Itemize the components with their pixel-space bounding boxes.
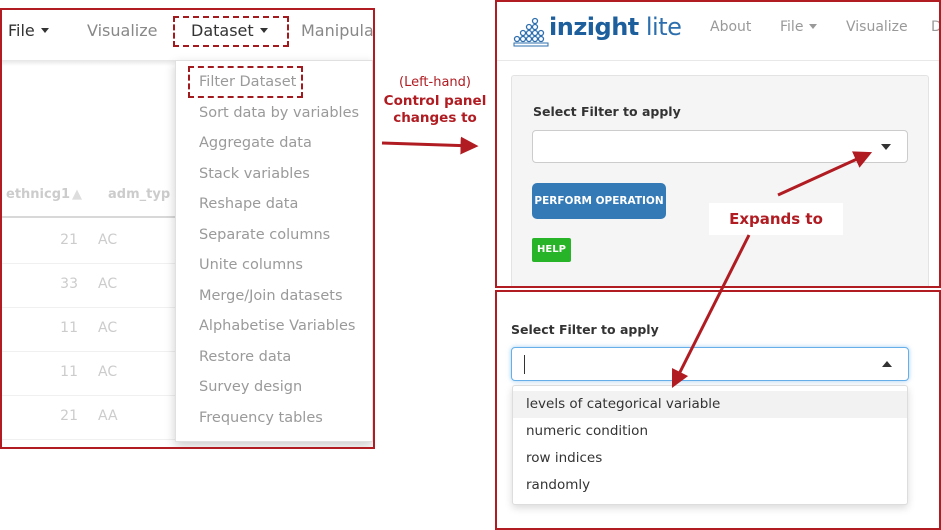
chevron-down-icon bbox=[40, 28, 49, 33]
dataset-dropdown-menu: Filter Dataset Sort data by variables Ag… bbox=[175, 60, 373, 442]
option-row-indices[interactable]: row indices bbox=[513, 445, 907, 472]
text-cursor bbox=[524, 355, 525, 374]
annotation-changes-to: changes to bbox=[393, 110, 477, 126]
table-cell: AC bbox=[98, 364, 118, 380]
filter-options-list: levels of categorical variable numeric c… bbox=[512, 385, 908, 505]
column-header[interactable]: ethnicg1 bbox=[6, 187, 70, 202]
nav-manipulate[interactable]: Manipula bbox=[301, 21, 373, 40]
sort-icon: ▲ bbox=[72, 187, 82, 202]
logo-suffix: lite bbox=[638, 13, 682, 41]
option-randomly[interactable]: randomly bbox=[513, 472, 907, 499]
nav-file-menu[interactable]: File bbox=[8, 21, 49, 40]
menu-item-aggregate[interactable]: Aggregate data bbox=[199, 135, 312, 151]
right-bottom-screenshot-panel: Select Filter to apply levels of categor… bbox=[495, 290, 941, 530]
chevron-down-icon bbox=[809, 23, 818, 29]
right-top-screenshot-panel: inzight lite About File Visualize D Sele… bbox=[495, 0, 941, 288]
dropdown-arrow-icon bbox=[881, 144, 891, 150]
option-numeric-condition[interactable]: numeric condition bbox=[513, 418, 907, 445]
table-cell: AC bbox=[98, 276, 118, 292]
help-button[interactable]: HELP bbox=[532, 238, 571, 262]
table-cell: 11 bbox=[60, 320, 78, 336]
nav-file-label: File bbox=[780, 19, 804, 35]
filter-dataset-highlight-box bbox=[188, 66, 303, 98]
table-cell: AC bbox=[98, 232, 118, 248]
perform-operation-button[interactable]: PERFORM OPERATION bbox=[532, 183, 666, 219]
left-screenshot-panel: File Visualize Dataset Manipula ethnicg1… bbox=[0, 8, 375, 449]
nav-about[interactable]: About bbox=[710, 19, 751, 35]
filter-type-select[interactable] bbox=[532, 130, 908, 163]
annotation-left-hand: (Left-hand) bbox=[399, 75, 471, 90]
table-cell: AA bbox=[98, 408, 118, 424]
table-cell: 21 bbox=[60, 408, 78, 424]
menu-item-alphabetise[interactable]: Alphabetise Variables bbox=[199, 318, 355, 334]
annotation-expands-to: Expands to bbox=[709, 203, 843, 235]
table-cell: AC bbox=[98, 320, 118, 336]
inzight-logo-text: inzight lite bbox=[549, 13, 682, 41]
select-filter-label: Select Filter to apply bbox=[533, 104, 681, 119]
table-cell: 33 bbox=[60, 276, 78, 292]
table-cell: 11 bbox=[60, 364, 78, 380]
option-levels-categorical[interactable]: levels of categorical variable bbox=[513, 391, 907, 418]
nav-visualize[interactable]: Visualize bbox=[846, 19, 908, 35]
menu-item-separate[interactable]: Separate columns bbox=[199, 227, 330, 243]
logo-main: inzight bbox=[549, 13, 639, 41]
column-header[interactable]: adm_typ bbox=[108, 187, 170, 202]
inzight-navbar: inzight lite About File Visualize D bbox=[497, 2, 939, 61]
menu-item-survey-design[interactable]: Survey design bbox=[199, 379, 302, 395]
nav-file-menu[interactable]: File bbox=[780, 19, 818, 35]
menu-item-frequency-tables[interactable]: Frequency tables bbox=[199, 410, 323, 426]
dataset-highlight-box bbox=[173, 16, 289, 47]
nav-dataset-cut[interactable]: D bbox=[931, 19, 939, 35]
table-cell: 21 bbox=[60, 232, 78, 248]
menu-item-restore[interactable]: Restore data bbox=[199, 349, 291, 365]
inzight-logo-icon bbox=[513, 17, 549, 47]
nav-visualize[interactable]: Visualize bbox=[87, 21, 157, 40]
nav-file-label: File bbox=[8, 21, 35, 40]
menu-item-unite[interactable]: Unite columns bbox=[199, 257, 303, 273]
dropdown-arrow-icon bbox=[882, 361, 892, 367]
menu-item-sort-data[interactable]: Sort data by variables bbox=[199, 105, 359, 121]
control-panel-well: Select Filter to apply PERFORM OPERATION… bbox=[511, 75, 929, 286]
arrow-right bbox=[381, 136, 479, 155]
menu-item-merge[interactable]: Merge/Join datasets bbox=[199, 288, 343, 304]
annotation-control-panel: Control panel bbox=[383, 93, 487, 109]
filter-type-select-open[interactable] bbox=[511, 347, 909, 381]
select-filter-label: Select Filter to apply bbox=[511, 322, 659, 337]
menu-item-stack[interactable]: Stack variables bbox=[199, 166, 310, 182]
menu-item-reshape[interactable]: Reshape data bbox=[199, 196, 298, 212]
